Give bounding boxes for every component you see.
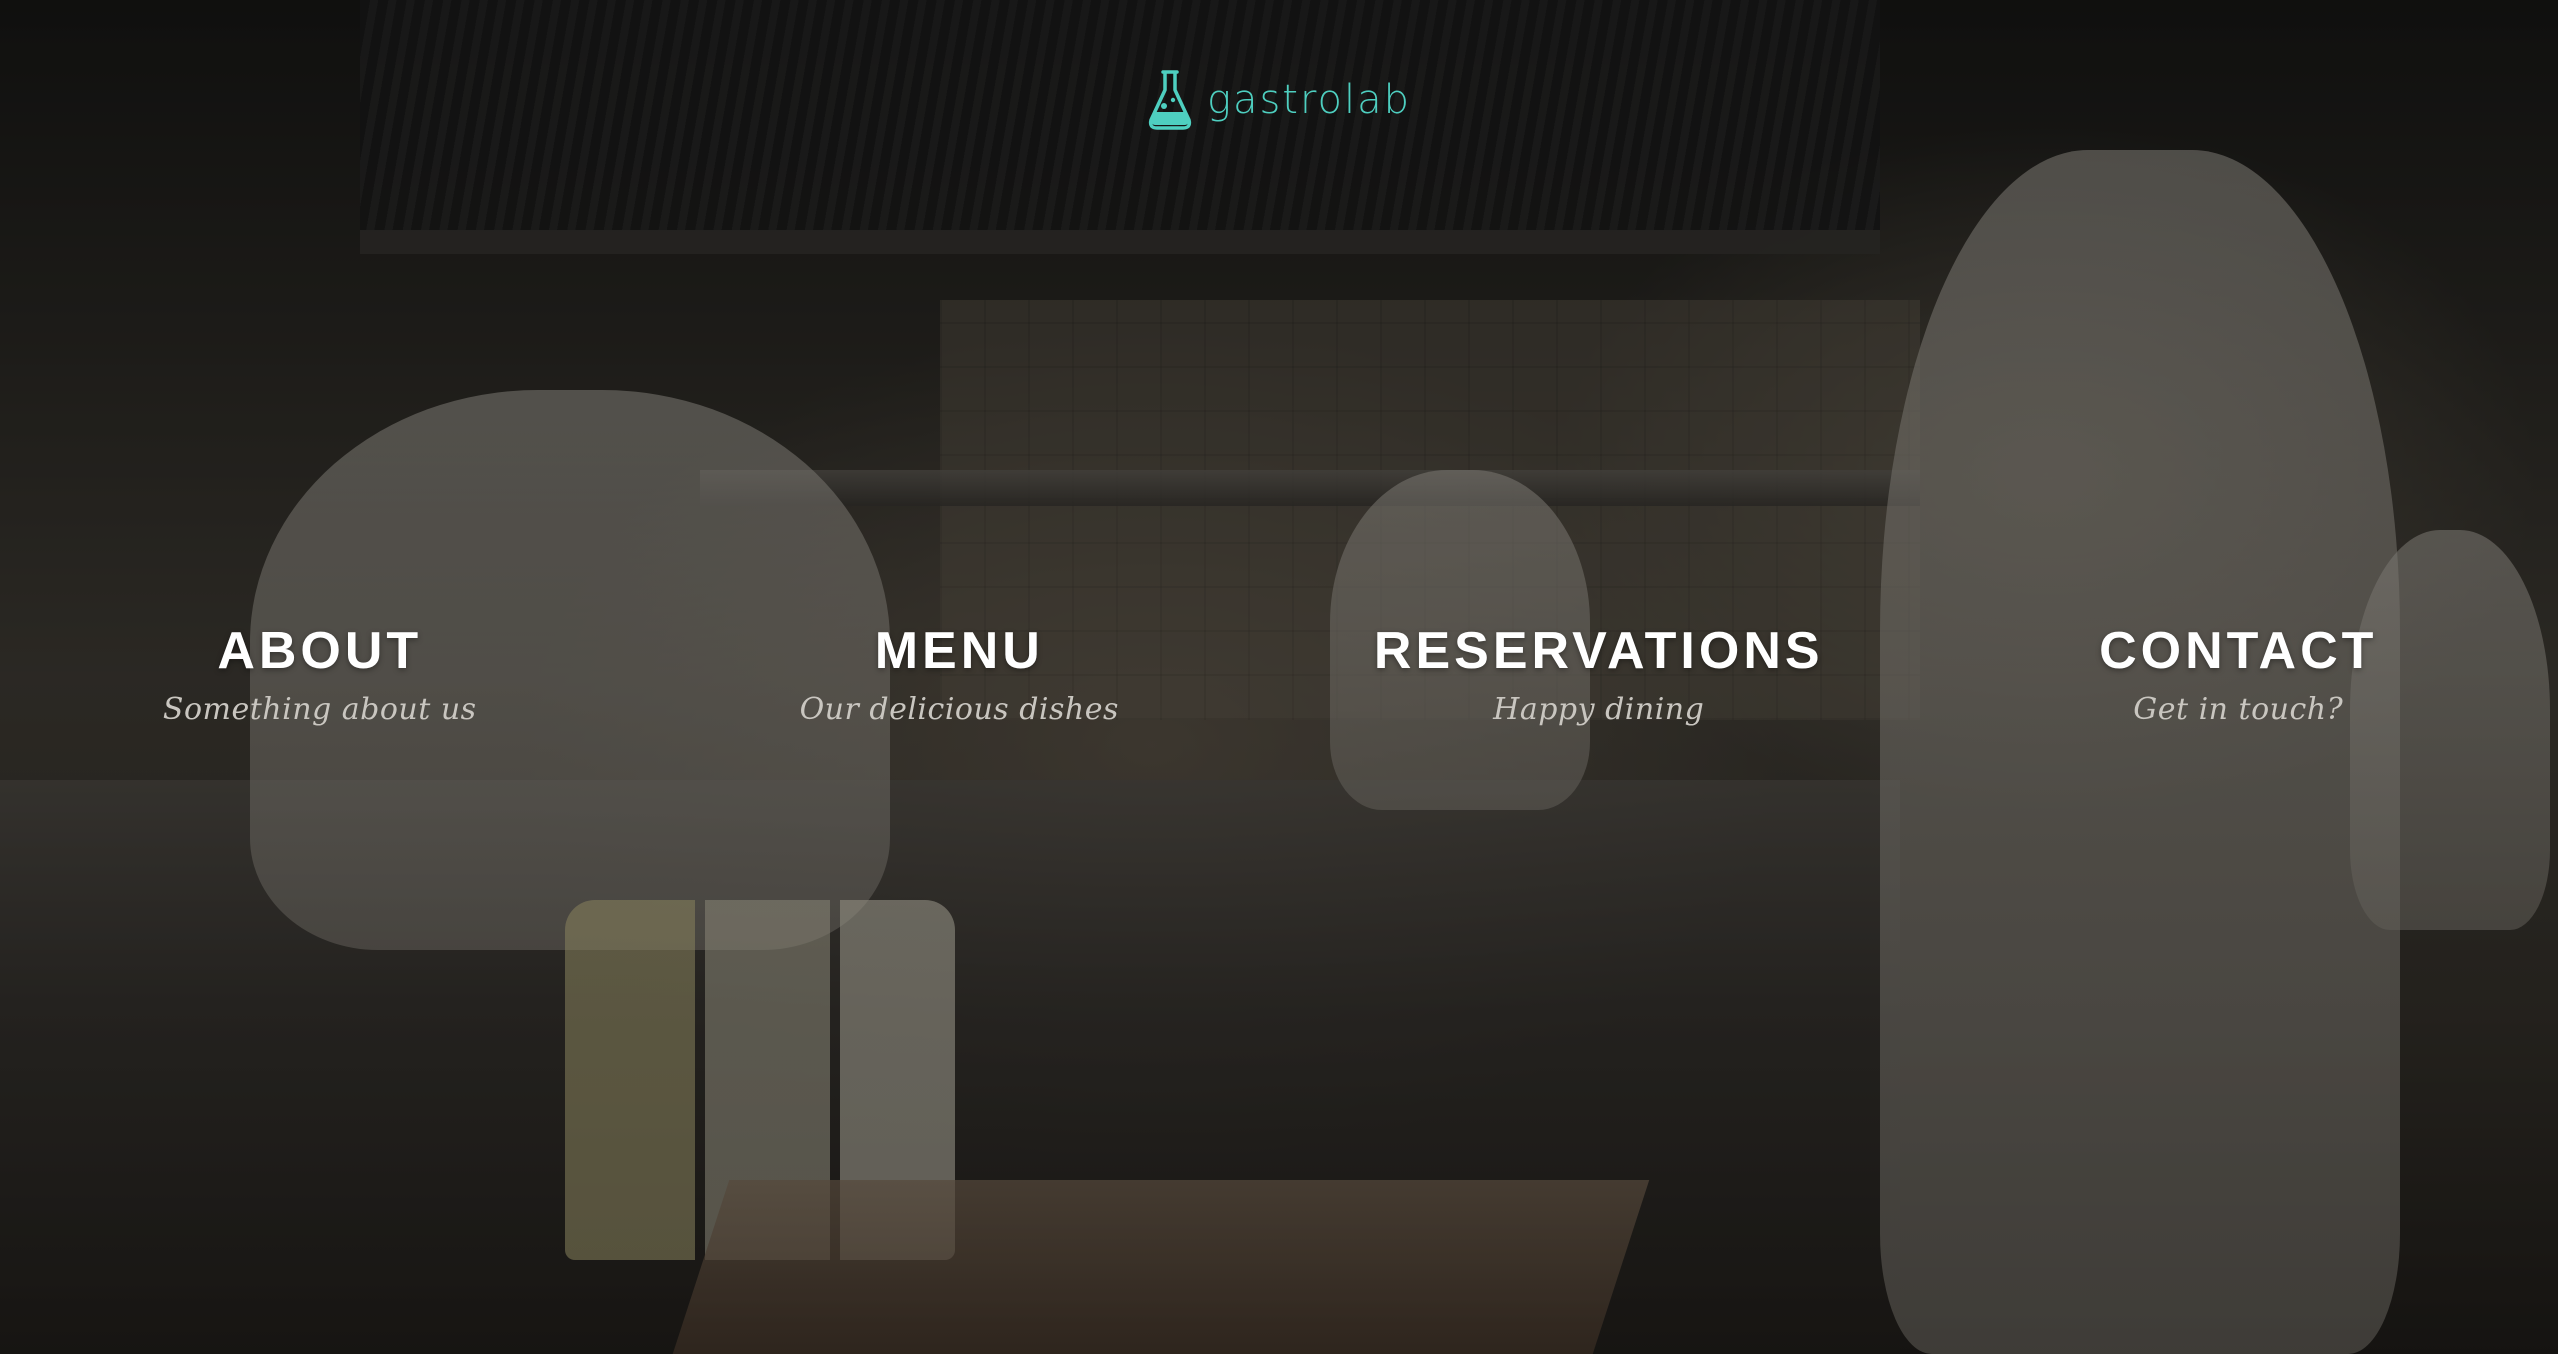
nav-item-subtitle: Get in touch? [2133,692,2344,727]
flask-icon [1148,70,1192,130]
nav-item-menu[interactable]: MENU Our delicious dishes [640,625,1280,725]
nav-item-title: RESERVATIONS [1373,622,1824,680]
nav-item-about[interactable]: ABOUT Something about us [0,625,640,725]
hero-section: gastrolab ABOUT Something about us MENU … [0,0,2558,1354]
site-logo[interactable]: gastrolab [0,68,2558,132]
nav-item-title: MENU [874,622,1044,680]
nav-item-reservations[interactable]: RESERVATIONS Happy dining [1279,625,1919,725]
nav-item-subtitle: Our delicious dishes [799,692,1119,727]
nav-item-subtitle: Something about us [162,692,477,727]
nav-item-title: CONTACT [2099,622,2378,680]
nav-item-contact[interactable]: CONTACT Get in touch? [1919,625,2558,725]
brand-name: gastrolab [1206,77,1412,123]
nav-item-title: ABOUT [217,622,423,680]
main-navigation: ABOUT Something about us MENU Our delici… [0,625,2558,725]
nav-item-subtitle: Happy dining [1493,692,1705,727]
